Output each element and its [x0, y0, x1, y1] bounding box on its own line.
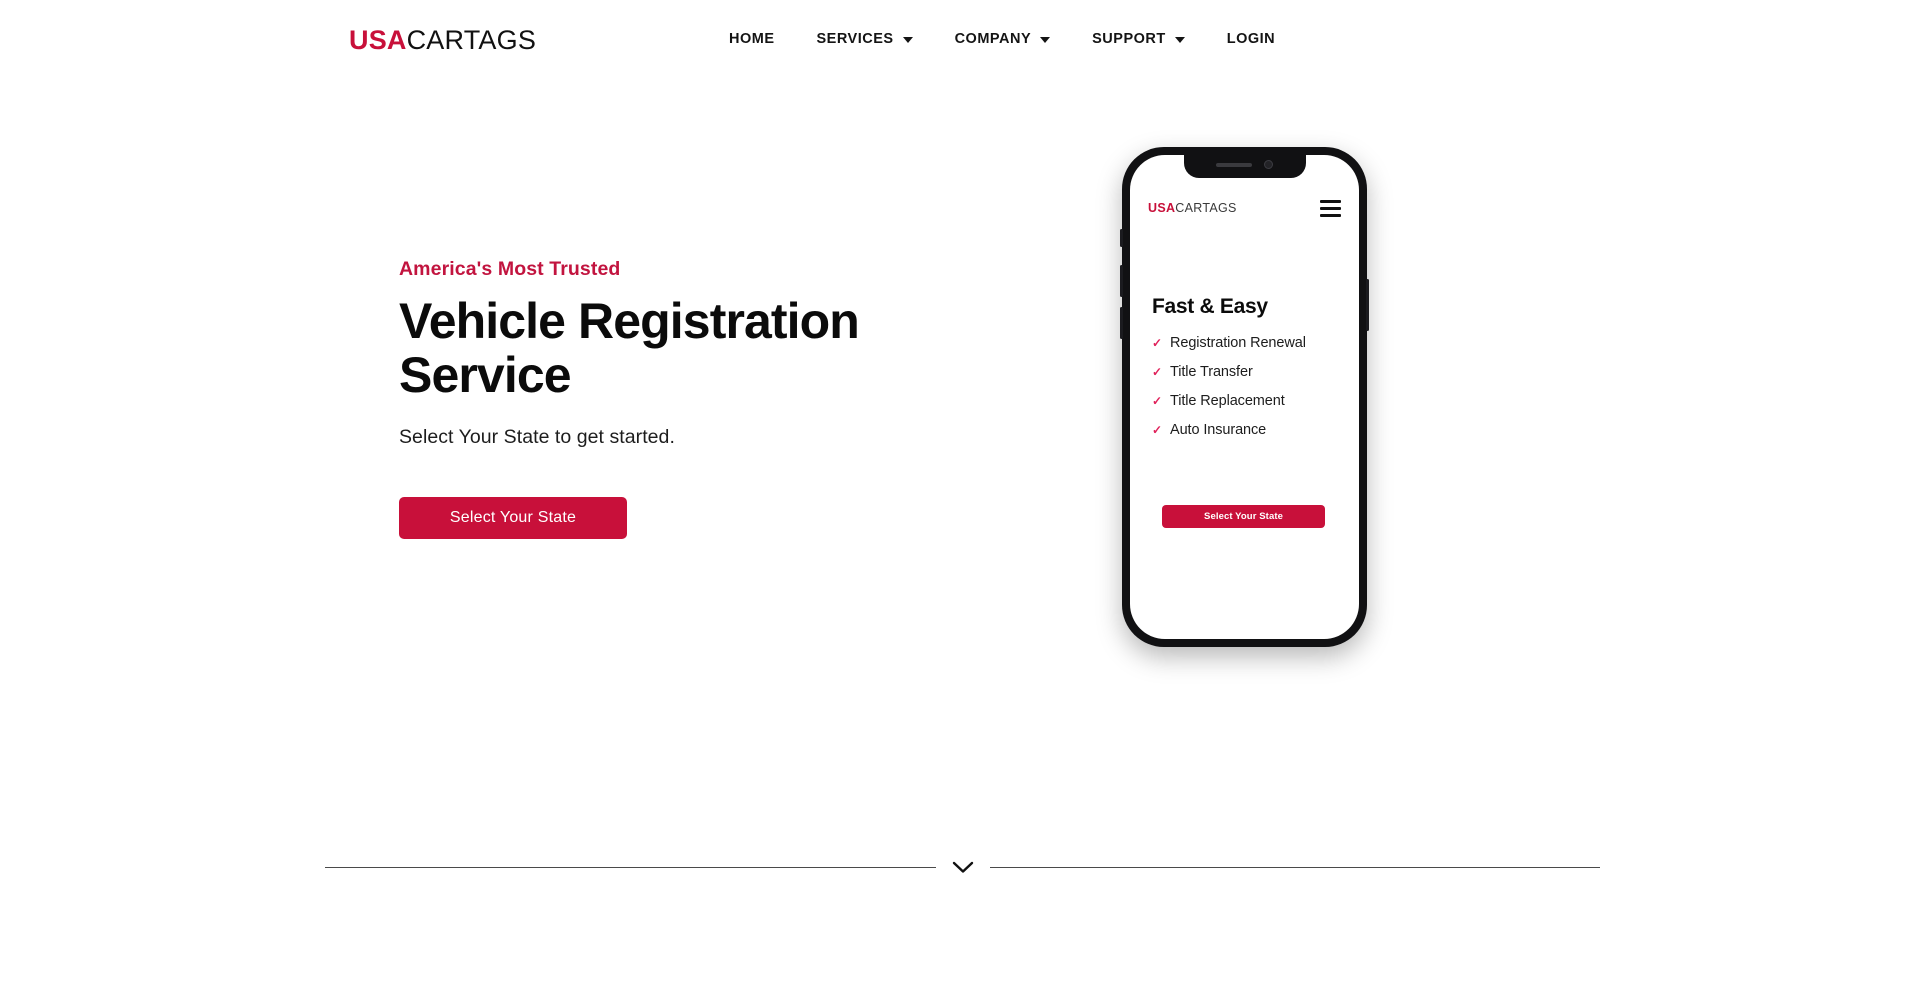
hamburger-bar [1320, 207, 1341, 210]
phone-content: Fast & Easy ✓ Registration Renewal ✓ Tit… [1152, 295, 1345, 451]
phone-select-your-state-button[interactable]: Select Your State [1162, 505, 1325, 528]
phone-logo-prefix: USA [1148, 201, 1176, 216]
hero-content: America's Most Trusted Vehicle Registrat… [399, 258, 959, 449]
phone-logo[interactable]: USACARTAGS [1148, 202, 1237, 215]
phone-notch [1183, 155, 1306, 178]
nav-label-home: HOME [729, 31, 775, 47]
divider-line-left [325, 867, 936, 868]
logo-suffix: CARTAGS [406, 25, 537, 55]
nav-item-support[interactable]: SUPPORT [1071, 31, 1206, 47]
chevron-down-icon[interactable] [936, 861, 990, 874]
feature-label: Registration Renewal [1170, 335, 1306, 351]
list-item: ✓ Auto Insurance [1152, 422, 1345, 438]
phone-logo-suffix: CARTAGS [1175, 201, 1237, 216]
feature-label: Title Transfer [1170, 364, 1253, 380]
phone-heading: Fast & Easy [1152, 295, 1268, 318]
landing-page: USACARTAGS HOME SERVICES COMPANY SUPPORT… [0, 0, 1920, 993]
phone-screen: USACARTAGS Fast & Easy ✓ Registration Re… [1130, 155, 1359, 639]
hero-subtitle: Select Your State to get started. [399, 426, 675, 448]
nav-item-home[interactable]: HOME [708, 31, 796, 47]
list-item: ✓ Title Transfer [1152, 364, 1345, 380]
main-navigation: HOME SERVICES COMPANY SUPPORT LOGIN [708, 31, 1296, 47]
feature-label: Title Replacement [1170, 393, 1285, 409]
feature-label: Auto Insurance [1170, 422, 1267, 438]
nav-label-services: SERVICES [816, 31, 894, 47]
phone-volume-up-button [1120, 265, 1123, 297]
nav-label-login: LOGIN [1226, 31, 1276, 47]
hamburger-bar [1320, 214, 1341, 217]
phone-header: USACARTAGS [1148, 200, 1341, 217]
hamburger-bar [1320, 200, 1341, 203]
hamburger-icon[interactable] [1320, 200, 1341, 217]
site-header: USACARTAGS HOME SERVICES COMPANY SUPPORT… [0, 0, 1920, 86]
check-icon: ✓ [1152, 365, 1163, 379]
speaker-icon [1216, 162, 1252, 167]
section-divider [325, 861, 1600, 874]
check-icon: ✓ [1152, 394, 1163, 408]
check-icon: ✓ [1152, 423, 1163, 437]
list-item: ✓ Title Replacement [1152, 393, 1345, 409]
phone-volume-down-button [1120, 307, 1123, 339]
check-icon: ✓ [1152, 336, 1163, 350]
page-title: Vehicle Registration Service [399, 293, 860, 403]
chevron-down-icon [902, 37, 913, 43]
nav-label-support: SUPPORT [1092, 31, 1166, 47]
select-your-state-button[interactable]: Select Your State [399, 497, 627, 539]
logo-prefix: USA [349, 25, 407, 55]
hero-eyebrow: America's Most Trusted [399, 258, 621, 280]
camera-icon [1264, 160, 1273, 169]
nav-item-company[interactable]: COMPANY [934, 31, 1072, 47]
list-item: ✓ Registration Renewal [1152, 335, 1345, 351]
nav-item-login[interactable]: LOGIN [1206, 31, 1296, 47]
site-logo[interactable]: USACARTAGS [349, 27, 536, 54]
nav-item-services[interactable]: SERVICES [796, 31, 934, 47]
nav-label-company: COMPANY [954, 31, 1032, 47]
phone-mute-switch [1120, 229, 1123, 247]
divider-line-right [989, 867, 1600, 868]
chevron-down-icon [1174, 37, 1185, 43]
chevron-down-icon [1040, 37, 1051, 43]
phone-mockup: USACARTAGS Fast & Easy ✓ Registration Re… [1120, 147, 1369, 647]
phone-power-button [1366, 279, 1369, 331]
